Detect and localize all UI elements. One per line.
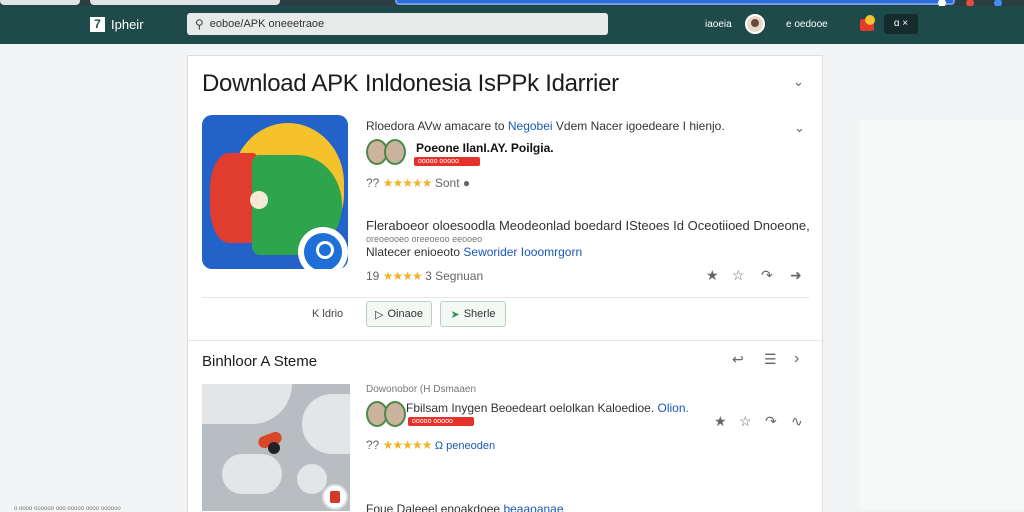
browser-tab-active[interactable] (395, 0, 955, 5)
item-avatar[interactable] (366, 401, 410, 429)
description-line-2: Nlatecer enioeoto Seworider Iooomrgorn (366, 245, 582, 259)
item-header: Dowonobor (H Dsmaaen (366, 384, 477, 395)
footer-text: o oooo oooooo ooo ooooo oooo oooooo (14, 506, 121, 512)
share-arrow-icon: ➤ (450, 308, 460, 321)
reply-icon[interactable]: ↩ (732, 351, 744, 368)
developer-name[interactable]: Poeone IlanI.AY. Poilgia. (416, 141, 554, 155)
star-outline-icon[interactable]: ☆ (732, 267, 745, 284)
desc-text: Nlatecer enioeoto (366, 245, 461, 259)
forward-icon[interactable]: ➜ (790, 267, 802, 284)
meta-text-2: Vdem Nacer igoedeare I hienjo. (555, 119, 725, 133)
rating-row: ?? ★★★★★ Sont ● (366, 176, 470, 190)
item-rating-link[interactable]: Ω peneoden (435, 440, 495, 452)
browser-tab[interactable] (0, 0, 80, 5)
download-label: Oinaoe (387, 308, 423, 320)
divider (202, 297, 810, 298)
share-button[interactable]: ➤ Sherle (440, 301, 506, 327)
page-title: Download APK Inldonesia IsPPk Idarrier (202, 70, 619, 97)
map-thumbnail[interactable] (202, 384, 350, 511)
search-bar[interactable]: ⚲ (187, 13, 608, 35)
item-title-text[interactable]: Fbilsam Inygen Beoedeart oelolkan Kaloed… (406, 401, 654, 415)
rating-stars: ★★★★★ (382, 438, 433, 452)
menu-button[interactable]: ɑ × (884, 14, 918, 34)
logo-text: Ipheir (111, 17, 144, 32)
site-logo[interactable]: 7 Ipheir (90, 17, 144, 32)
search-icon: ⚲ (195, 17, 204, 31)
desc-link[interactable]: Seworider Iooomrgorn (463, 245, 582, 259)
info-icon[interactable]: ● (463, 176, 470, 190)
section-title: Binhloor A Steme (202, 353, 318, 370)
activity-icon[interactable]: ∿ (791, 413, 803, 430)
play-icon: ▷ (375, 308, 384, 321)
star-outline-icon[interactable]: ☆ (739, 413, 752, 430)
bottom-text: Foue Daleeel enoakdoee (366, 502, 501, 512)
search-input[interactable] (209, 18, 590, 30)
app-detail-card: Download APK Inldonesia IsPPk Idarrier ⌄… (187, 55, 824, 512)
rating-stars: ★★★★ (382, 269, 423, 283)
description-subline: oreoeooeo oreeoeoo eeooeo (366, 234, 483, 244)
header-link-2[interactable]: e oedooe (786, 19, 828, 30)
user-avatar[interactable] (745, 14, 765, 34)
bottom-link[interactable]: beaaoanae (503, 502, 563, 512)
chevron-down-icon[interactable]: ⌄ (794, 120, 805, 136)
item-rating-row: ?? ★★★★★ Ω peneoden (366, 438, 495, 452)
rating-label: Sont (434, 176, 460, 190)
rating-stars: ★★★★★ (382, 176, 433, 190)
browser-tab[interactable] (90, 0, 280, 5)
item-title: Fbilsam Inygen Beoedeart oelolkan Kaloed… (406, 401, 689, 415)
notification-icon[interactable] (860, 15, 878, 33)
app-meta-line: Rloedora AVw amacare to Negobei Vdem Nac… (366, 119, 725, 133)
rating-count: ?? (366, 176, 380, 190)
star-icon[interactable]: ★ (706, 267, 719, 284)
share-icon[interactable]: ↷ (761, 267, 773, 284)
item-bottom-line: Foue Daleeel enoakdoee beaaoanae (366, 502, 564, 512)
right-sidebar-blank (860, 120, 1024, 510)
download-button[interactable]: ▷ Oinaoe (366, 301, 432, 327)
rating-label: 3 Segnuan (425, 269, 484, 283)
chevron-right-icon[interactable]: › (794, 350, 799, 368)
rating-count: ?? (366, 438, 380, 452)
chevron-down-icon[interactable]: ⌄ (793, 74, 804, 90)
star-icon[interactable]: ★ (714, 413, 727, 430)
rating-row-2: 19 ★★★★ 3 Segnuan (366, 269, 483, 283)
item-badge: ooooo ooooo oooo (408, 417, 474, 434)
item-title-link[interactable]: Olion. (658, 401, 689, 415)
description-line: Fleraboeor oloesoodla Meodeonlad boedard… (366, 218, 810, 233)
action-label: K ldrio (312, 308, 344, 320)
header-link[interactable]: iaoeia (705, 19, 732, 30)
developer-badge: ooooo ooooo oooo (414, 157, 480, 174)
list-icon[interactable]: ☰ (764, 351, 777, 368)
meta-text: Rloedora AVw amacare to (366, 119, 505, 133)
share-label: Sherle (463, 308, 496, 320)
developer-avatar[interactable] (366, 139, 410, 167)
app-badge-icon (322, 484, 348, 510)
section-divider (188, 340, 824, 341)
logo-mark-icon: 7 (90, 17, 105, 32)
top-navigation-bar: 7 Ipheir ⚲ iaoeia e oedooe ɑ × (0, 6, 1024, 44)
app-icon (202, 115, 348, 269)
share-icon[interactable]: ↷ (765, 413, 777, 430)
meta-link[interactable]: Negobei (508, 119, 553, 133)
rating-count: 19 (366, 269, 380, 283)
